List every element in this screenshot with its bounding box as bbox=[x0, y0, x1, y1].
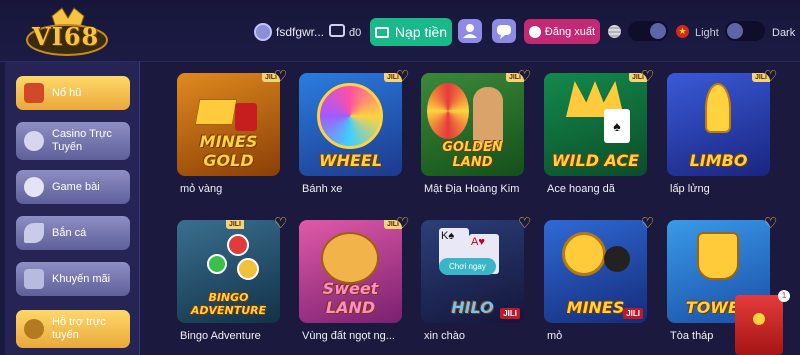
slot-machine-icon bbox=[24, 83, 44, 103]
trophy-icon bbox=[697, 232, 739, 280]
game-thumbnail[interactable]: JILI BINGO ADVENTURE bbox=[177, 220, 280, 323]
sidebar-item-label: Nổ hũ bbox=[52, 86, 82, 99]
sidebar-item-label: Casino Trực Tuyến bbox=[52, 128, 112, 153]
game-title-art: LIMBO bbox=[689, 151, 748, 170]
game-name: Vùng đất ngọt ng... bbox=[302, 330, 395, 342]
game-thumbnail[interactable]: JILI ♠ WILD ACE bbox=[544, 73, 647, 176]
logout-label: Đăng xuất bbox=[544, 25, 596, 38]
game-name: mỏ bbox=[547, 330, 563, 342]
bear-mascot-icon bbox=[321, 232, 379, 284]
provider-tag: JILI bbox=[225, 220, 244, 229]
game-title-art: Sweet LAND bbox=[322, 279, 379, 317]
envelope-seal bbox=[753, 313, 765, 325]
toggle-knob bbox=[650, 23, 666, 39]
chat-icon[interactable] bbox=[492, 19, 516, 43]
favorite-heart-icon[interactable]: ♡ bbox=[764, 216, 778, 231]
top-header: VI68 fsdfgwr... đ0 Nạp tiền Đăng xuất ★ … bbox=[0, 0, 800, 62]
game-name: Bánh xe bbox=[302, 183, 343, 195]
cards-icon bbox=[24, 177, 44, 197]
gift-icon bbox=[24, 269, 44, 289]
favorite-heart-icon[interactable]: ♡ bbox=[764, 69, 778, 84]
game-title-art: BINGO ADVENTURE bbox=[190, 291, 267, 317]
favorite-heart-icon[interactable]: ♡ bbox=[396, 216, 410, 231]
favorite-heart-icon[interactable]: ♡ bbox=[274, 216, 288, 231]
bingo-ball-icon bbox=[207, 254, 227, 274]
sidebar-item-live-casino[interactable]: Casino Trực Tuyến bbox=[16, 122, 130, 160]
favorite-heart-icon[interactable]: ♡ bbox=[518, 69, 532, 84]
game-name: Ace hoang dã bbox=[547, 183, 615, 195]
game-thumbnail[interactable]: JILI LIMBO bbox=[667, 73, 770, 176]
red-envelope-gift-icon[interactable] bbox=[735, 295, 783, 355]
gold-bar-icon bbox=[194, 99, 238, 125]
deposit-wallet-icon bbox=[374, 26, 389, 38]
favorite-heart-icon[interactable]: ♡ bbox=[641, 216, 655, 231]
game-name: Bingo Adventure bbox=[180, 330, 261, 342]
fish-icon bbox=[24, 223, 44, 243]
game-title-art: MINES GOLD bbox=[199, 132, 258, 170]
logout-button[interactable]: Đăng xuất bbox=[524, 19, 600, 44]
toggle-knob bbox=[727, 23, 743, 39]
game-title-art: GOLDEN LAND bbox=[442, 140, 503, 170]
game-name: xin chào bbox=[424, 330, 465, 342]
deposit-button[interactable]: Nạp tiền bbox=[370, 18, 452, 46]
game-thumbnail[interactable]: JILI WHEEL bbox=[299, 73, 402, 176]
bomb-icon bbox=[604, 246, 630, 272]
theme-toggle[interactable] bbox=[725, 21, 765, 41]
game-thumbnail[interactable]: MINES JILI bbox=[544, 220, 647, 323]
profile-icon[interactable] bbox=[458, 19, 482, 43]
game-thumbnail[interactable]: K♠ A♥ Chơi ngay HILO JILI bbox=[421, 220, 524, 323]
vn-flag-icon[interactable]: ★ bbox=[676, 25, 689, 38]
game-thumbnail[interactable]: JILI GOLDEN LAND bbox=[421, 73, 524, 176]
sidebar-item-slots[interactable]: Nổ hũ bbox=[16, 76, 130, 110]
gift-count-badge: 1 bbox=[778, 290, 790, 302]
favorite-heart-icon[interactable]: ♡ bbox=[274, 69, 288, 84]
favorite-heart-icon[interactable]: ♡ bbox=[396, 69, 410, 84]
sidebar-item-label: Game bài bbox=[52, 180, 100, 193]
prize-wheel-icon bbox=[317, 83, 383, 149]
dynamite-icon bbox=[235, 103, 257, 131]
game-title-art: WHEEL bbox=[318, 151, 383, 170]
game-name: Mật Địa Hoàng Kim bbox=[424, 183, 520, 195]
us-flag-icon[interactable] bbox=[608, 25, 621, 38]
play-now-button[interactable]: Chơi ngay bbox=[439, 258, 496, 275]
fortune-wheel-icon bbox=[427, 83, 469, 139]
sidebar-item-label: Bắn cá bbox=[52, 226, 87, 239]
dark-mode-label: Dark bbox=[772, 27, 796, 39]
sidebar-item-label: Hỗ trợ trực tuyến bbox=[52, 316, 106, 341]
light-mode-label: Light bbox=[695, 27, 719, 39]
game-thumbnail[interactable]: JILI Sweet LAND bbox=[299, 220, 402, 323]
rocket-icon bbox=[705, 83, 731, 133]
game-name: Tòa tháp bbox=[670, 330, 714, 342]
sidebar-item-promotions[interactable]: Khuyến mãi bbox=[16, 262, 130, 296]
game-title-art: WILD ACE bbox=[551, 151, 640, 170]
game-thumbnail[interactable]: JILI MINES GOLD bbox=[177, 73, 280, 176]
support-24-icon bbox=[24, 319, 44, 339]
deposit-label: Nạp tiền bbox=[394, 24, 448, 40]
sidebar-item-card-games[interactable]: Game bài bbox=[16, 170, 130, 204]
language-toggle[interactable] bbox=[628, 21, 668, 41]
logo-text: VI68 bbox=[32, 22, 100, 51]
poker-chip-icon bbox=[24, 131, 44, 151]
bingo-ball-icon bbox=[227, 234, 249, 256]
power-icon bbox=[528, 25, 541, 38]
game-name: lấp lửng bbox=[670, 183, 710, 195]
username-label[interactable]: fsdfgwr... bbox=[276, 25, 324, 39]
sidebar-item-label: Khuyến mãi bbox=[52, 272, 111, 285]
sidebar: Nổ hũ Casino Trực Tuyến Game bài Bắn cá … bbox=[5, 62, 140, 355]
sidebar-item-support[interactable]: Hỗ trợ trực tuyến bbox=[16, 310, 130, 348]
gold-star-coin-icon bbox=[562, 232, 606, 276]
favorite-heart-icon[interactable]: ♡ bbox=[518, 216, 532, 231]
wallet-icon bbox=[329, 24, 345, 37]
provider-tag: JILI bbox=[500, 308, 520, 319]
bingo-ball-icon bbox=[237, 258, 259, 280]
sidebar-item-fishing[interactable]: Bắn cá bbox=[16, 216, 130, 250]
ace-card-icon: ♠ bbox=[604, 109, 630, 143]
game-name: mỏ vàng bbox=[180, 183, 223, 195]
balance-value: đ0 bbox=[349, 27, 362, 39]
favorite-heart-icon[interactable]: ♡ bbox=[641, 69, 655, 84]
provider-tag: JILI bbox=[623, 308, 643, 319]
user-avatar-icon[interactable] bbox=[254, 23, 272, 41]
